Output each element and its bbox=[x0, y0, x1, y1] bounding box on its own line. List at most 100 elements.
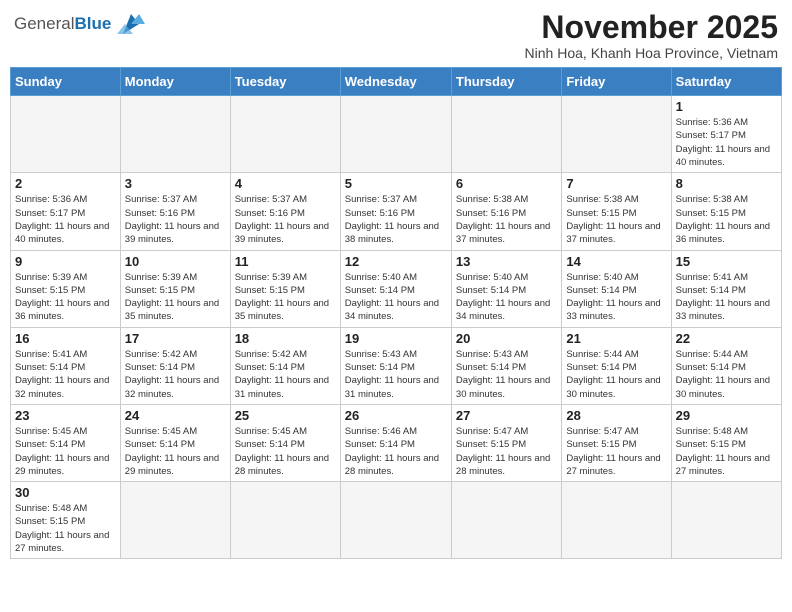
day-info: Sunrise: 5:44 AM Sunset: 5:14 PM Dayligh… bbox=[676, 348, 777, 401]
day-number: 12 bbox=[345, 254, 447, 269]
calendar-day-cell bbox=[230, 482, 340, 559]
day-info: Sunrise: 5:39 AM Sunset: 5:15 PM Dayligh… bbox=[125, 271, 226, 324]
calendar-day-cell: 12 Sunrise: 5:40 AM Sunset: 5:14 PM Dayli… bbox=[340, 250, 451, 327]
calendar-day-cell bbox=[120, 482, 230, 559]
day-header-friday: Friday bbox=[562, 68, 671, 96]
day-info: Sunrise: 5:37 AM Sunset: 5:16 PM Dayligh… bbox=[345, 193, 447, 246]
title-area: November 2025 Ninh Hoa, Khanh Hoa Provin… bbox=[525, 10, 778, 61]
day-number: 9 bbox=[15, 254, 116, 269]
day-info: Sunrise: 5:40 AM Sunset: 5:14 PM Dayligh… bbox=[456, 271, 557, 324]
day-header-saturday: Saturday bbox=[671, 68, 781, 96]
calendar-day-cell: 25 Sunrise: 5:45 AM Sunset: 5:14 PM Dayli… bbox=[230, 404, 340, 481]
calendar-day-cell bbox=[671, 482, 781, 559]
day-number: 19 bbox=[345, 331, 447, 346]
day-header-tuesday: Tuesday bbox=[230, 68, 340, 96]
day-header-monday: Monday bbox=[120, 68, 230, 96]
day-info: Sunrise: 5:47 AM Sunset: 5:15 PM Dayligh… bbox=[456, 425, 557, 478]
day-info: Sunrise: 5:36 AM Sunset: 5:17 PM Dayligh… bbox=[15, 193, 116, 246]
day-info: Sunrise: 5:39 AM Sunset: 5:15 PM Dayligh… bbox=[235, 271, 336, 324]
day-info: Sunrise: 5:40 AM Sunset: 5:14 PM Dayligh… bbox=[345, 271, 447, 324]
day-number: 27 bbox=[456, 408, 557, 423]
calendar-day-cell: 17 Sunrise: 5:42 AM Sunset: 5:14 PM Dayli… bbox=[120, 327, 230, 404]
day-number: 16 bbox=[15, 331, 116, 346]
calendar-day-cell: 16 Sunrise: 5:41 AM Sunset: 5:14 PM Dayli… bbox=[11, 327, 121, 404]
day-header-wednesday: Wednesday bbox=[340, 68, 451, 96]
day-info: Sunrise: 5:42 AM Sunset: 5:14 PM Dayligh… bbox=[235, 348, 336, 401]
day-info: Sunrise: 5:45 AM Sunset: 5:14 PM Dayligh… bbox=[125, 425, 226, 478]
location-title: Ninh Hoa, Khanh Hoa Province, Vietnam bbox=[525, 45, 778, 61]
day-info: Sunrise: 5:48 AM Sunset: 5:15 PM Dayligh… bbox=[15, 502, 116, 555]
day-number: 29 bbox=[676, 408, 777, 423]
calendar-day-cell: 22 Sunrise: 5:44 AM Sunset: 5:14 PM Dayli… bbox=[671, 327, 781, 404]
day-number: 7 bbox=[566, 176, 666, 191]
calendar-day-cell: 1 Sunrise: 5:36 AM Sunset: 5:17 PM Daylig… bbox=[671, 96, 781, 173]
calendar-day-cell: 11 Sunrise: 5:39 AM Sunset: 5:15 PM Dayli… bbox=[230, 250, 340, 327]
day-info: Sunrise: 5:37 AM Sunset: 5:16 PM Dayligh… bbox=[235, 193, 336, 246]
calendar-week-row: 1 Sunrise: 5:36 AM Sunset: 5:17 PM Daylig… bbox=[11, 96, 782, 173]
calendar-day-cell: 19 Sunrise: 5:43 AM Sunset: 5:14 PM Dayli… bbox=[340, 327, 451, 404]
calendar-day-cell: 21 Sunrise: 5:44 AM Sunset: 5:14 PM Dayli… bbox=[562, 327, 671, 404]
day-number: 30 bbox=[15, 485, 116, 500]
logo-general-text: General bbox=[14, 14, 74, 34]
calendar-day-cell bbox=[451, 482, 561, 559]
calendar-day-cell bbox=[451, 96, 561, 173]
day-number: 28 bbox=[566, 408, 666, 423]
calendar-day-cell bbox=[562, 482, 671, 559]
day-info: Sunrise: 5:45 AM Sunset: 5:14 PM Dayligh… bbox=[15, 425, 116, 478]
day-number: 22 bbox=[676, 331, 777, 346]
day-number: 24 bbox=[125, 408, 226, 423]
day-info: Sunrise: 5:45 AM Sunset: 5:14 PM Dayligh… bbox=[235, 425, 336, 478]
day-info: Sunrise: 5:44 AM Sunset: 5:14 PM Dayligh… bbox=[566, 348, 666, 401]
calendar-day-cell bbox=[120, 96, 230, 173]
day-info: Sunrise: 5:41 AM Sunset: 5:14 PM Dayligh… bbox=[15, 348, 116, 401]
calendar-day-cell: 27 Sunrise: 5:47 AM Sunset: 5:15 PM Dayli… bbox=[451, 404, 561, 481]
calendar-day-cell: 2 Sunrise: 5:36 AM Sunset: 5:17 PM Daylig… bbox=[11, 173, 121, 250]
calendar-day-cell: 7 Sunrise: 5:38 AM Sunset: 5:15 PM Daylig… bbox=[562, 173, 671, 250]
day-number: 4 bbox=[235, 176, 336, 191]
calendar-day-cell bbox=[340, 482, 451, 559]
day-number: 10 bbox=[125, 254, 226, 269]
day-info: Sunrise: 5:36 AM Sunset: 5:17 PM Dayligh… bbox=[676, 116, 777, 169]
calendar-day-cell bbox=[230, 96, 340, 173]
day-info: Sunrise: 5:38 AM Sunset: 5:15 PM Dayligh… bbox=[566, 193, 666, 246]
day-header-thursday: Thursday bbox=[451, 68, 561, 96]
calendar-day-cell: 23 Sunrise: 5:45 AM Sunset: 5:14 PM Dayli… bbox=[11, 404, 121, 481]
calendar-week-row: 30 Sunrise: 5:48 AM Sunset: 5:15 PM Dayli… bbox=[11, 482, 782, 559]
day-number: 5 bbox=[345, 176, 447, 191]
calendar-day-cell: 29 Sunrise: 5:48 AM Sunset: 5:15 PM Dayli… bbox=[671, 404, 781, 481]
day-number: 13 bbox=[456, 254, 557, 269]
calendar-day-cell: 15Sunrise: 5:41 AM Sunset: 5:14 PM Dayli… bbox=[671, 250, 781, 327]
calendar-day-cell: 28Sunrise: 5:47 AM Sunset: 5:15 PM Dayli… bbox=[562, 404, 671, 481]
logo-area: General Blue bbox=[14, 10, 147, 38]
calendar-day-cell bbox=[340, 96, 451, 173]
calendar-day-cell: 6Sunrise: 5:38 AM Sunset: 5:16 PM Daylig… bbox=[451, 173, 561, 250]
day-info: Sunrise: 5:37 AM Sunset: 5:16 PM Dayligh… bbox=[125, 193, 226, 246]
day-info: Sunrise: 5:38 AM Sunset: 5:15 PM Dayligh… bbox=[676, 193, 777, 246]
day-number: 2 bbox=[15, 176, 116, 191]
calendar-week-row: 2 Sunrise: 5:36 AM Sunset: 5:17 PM Daylig… bbox=[11, 173, 782, 250]
day-number: 8 bbox=[676, 176, 777, 191]
day-number: 3 bbox=[125, 176, 226, 191]
day-number: 17 bbox=[125, 331, 226, 346]
calendar-week-row: 16 Sunrise: 5:41 AM Sunset: 5:14 PM Dayli… bbox=[11, 327, 782, 404]
calendar-day-cell: 9Sunrise: 5:39 AM Sunset: 5:15 PM Daylig… bbox=[11, 250, 121, 327]
calendar-week-row: 9 Sunrise: 5:39 AM Sunset: 5:15 PM Daylig… bbox=[11, 250, 782, 327]
calendar-day-cell: 20Sunrise: 5:43 AM Sunset: 5:14 PM Dayli… bbox=[451, 327, 561, 404]
calendar-day-cell bbox=[562, 96, 671, 173]
calendar-day-cell: 24 Sunrise: 5:45 AM Sunset: 5:14 PM Dayli… bbox=[120, 404, 230, 481]
day-number: 20 bbox=[456, 331, 557, 346]
day-header-sunday: Sunday bbox=[11, 68, 121, 96]
day-info: Sunrise: 5:48 AM Sunset: 5:15 PM Dayligh… bbox=[676, 425, 777, 478]
calendar-day-cell: 14Sunrise: 5:40 AM Sunset: 5:14 PM Dayli… bbox=[562, 250, 671, 327]
day-number: 21 bbox=[566, 331, 666, 346]
page-header: General Blue November 2025 Ninh Hoa, Kha… bbox=[10, 10, 782, 61]
day-number: 23 bbox=[15, 408, 116, 423]
calendar-day-cell: 26Sunrise: 5:46 AM Sunset: 5:14 PM Dayli… bbox=[340, 404, 451, 481]
day-info: Sunrise: 5:43 AM Sunset: 5:14 PM Dayligh… bbox=[345, 348, 447, 401]
day-number: 25 bbox=[235, 408, 336, 423]
day-number: 11 bbox=[235, 254, 336, 269]
day-info: Sunrise: 5:42 AM Sunset: 5:14 PM Dayligh… bbox=[125, 348, 226, 401]
day-number: 1 bbox=[676, 99, 777, 114]
day-number: 6 bbox=[456, 176, 557, 191]
calendar-table: SundayMondayTuesdayWednesdayThursdayFrid… bbox=[10, 67, 782, 559]
